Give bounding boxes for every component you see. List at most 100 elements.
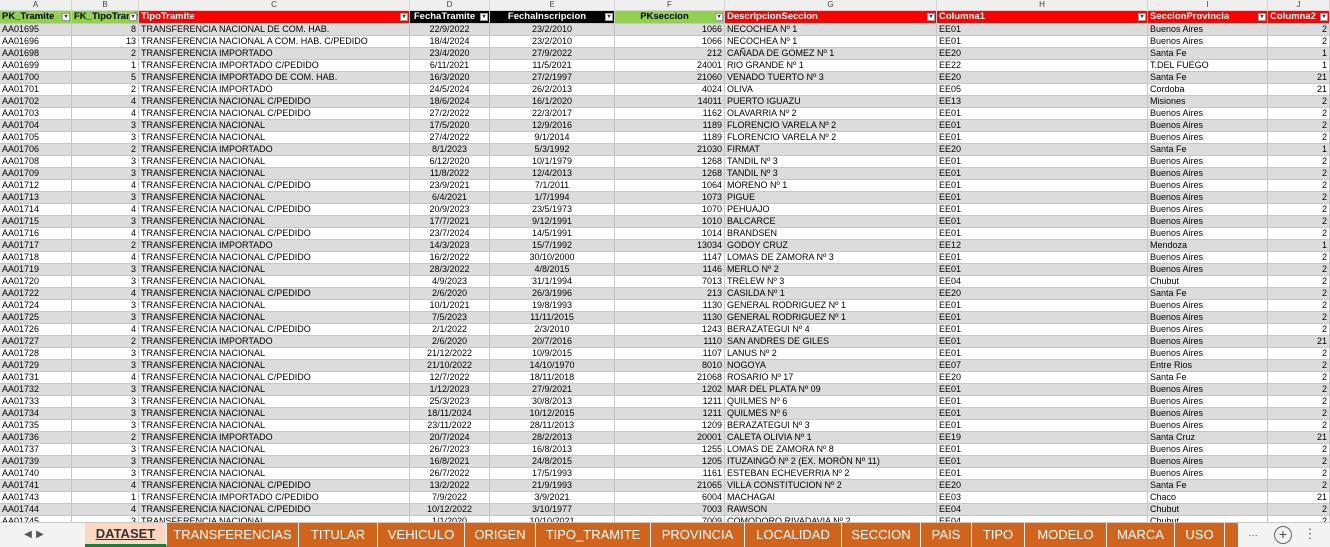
table-cell[interactable]: Buenos Aires — [1148, 420, 1268, 432]
sheet-tab[interactable]: ORIGEN — [465, 523, 536, 547]
table-cell[interactable]: 21 — [1268, 336, 1330, 348]
table-row[interactable]: AA01741 4 TRANSFERENCIA NACIONAL C/PEDIDO 1… — [0, 480, 1330, 492]
table-cell[interactable]: TRANSFERENCIA NACIONAL — [139, 276, 410, 288]
table-cell[interactable]: 4 — [72, 252, 139, 264]
table-cell[interactable]: Santa Fe — [1148, 72, 1268, 84]
table-cell[interactable]: 212 — [615, 48, 725, 60]
table-cell[interactable]: 4 — [72, 288, 139, 300]
table-cell[interactable]: Santa Fe — [1148, 372, 1268, 384]
table-cell[interactable]: 21/9/1993 — [490, 480, 615, 492]
table-cell[interactable]: 3 — [72, 456, 139, 468]
table-cell[interactable]: TRANSFERENCIA NACIONAL C/PEDIDO — [139, 504, 410, 516]
table-cell[interactable]: TRANSFERENCIA NACIONAL — [139, 312, 410, 324]
table-cell[interactable]: OLAVARRIA Nº 2 — [725, 108, 937, 120]
table-cell[interactable]: TRANSFERENCIA NACIONAL C/PEDIDO — [139, 108, 410, 120]
sheet-tab[interactable]: TIPO — [972, 523, 1025, 547]
table-cell[interactable]: AA01696 — [0, 36, 72, 48]
table-cell[interactable]: 10/9/2015 — [490, 348, 615, 360]
table-cell[interactable]: TRANSFERENCIA NACIONAL — [139, 168, 410, 180]
table-cell[interactable]: 4 — [72, 372, 139, 384]
table-cell[interactable]: Buenos Aires — [1148, 252, 1268, 264]
table-cell[interactable]: EE13 — [937, 96, 1148, 108]
table-cell[interactable]: EE04 — [937, 276, 1148, 288]
table-cell[interactable]: 23/7/2024 — [410, 228, 490, 240]
table-cell[interactable]: AA01718 — [0, 252, 72, 264]
table-cell[interactable]: AA01716 — [0, 228, 72, 240]
table-cell[interactable]: 1161 — [615, 468, 725, 480]
table-cell[interactable]: 4 — [72, 324, 139, 336]
table-cell[interactable]: 2 — [1268, 408, 1330, 420]
more-options-icon[interactable]: ⋮ — [1300, 526, 1320, 542]
table-cell[interactable]: 3 — [72, 384, 139, 396]
table-cell[interactable]: 2/1/2022 — [410, 324, 490, 336]
add-sheet-icon[interactable]: + — [1274, 526, 1292, 544]
table-row[interactable]: AA01698 2 TRANSFERENCIA IMPORTADO 23/4/2020… — [0, 48, 1330, 60]
table-cell[interactable]: 1130 — [615, 300, 725, 312]
table-cell[interactable]: AA01727 — [0, 336, 72, 348]
sheet-tab[interactable]: TITULAR — [299, 523, 378, 547]
table-row[interactable]: AA01703 4 TRANSFERENCIA NACIONAL C/PEDIDO 2… — [0, 108, 1330, 120]
more-sheets-icon[interactable]: … — [1243, 526, 1263, 542]
table-cell[interactable]: Santa Cruz — [1148, 432, 1268, 444]
table-cell[interactable]: 9/1/2014 — [490, 132, 615, 144]
table-cell[interactable]: TRANSFERENCIA NACIONAL — [139, 348, 410, 360]
table-cell[interactable]: 4/8/2015 — [490, 264, 615, 276]
table-cell[interactable]: AA01737 — [0, 444, 72, 456]
table-cell[interactable]: 28/3/2022 — [410, 264, 490, 276]
table-cell[interactable]: 1202 — [615, 384, 725, 396]
table-cell[interactable]: 10/12/2015 — [490, 408, 615, 420]
column-letter[interactable]: H — [937, 0, 1148, 11]
sheet-tab[interactable]: LOCALIDAD — [745, 523, 842, 547]
table-row[interactable]: AA01715 3 TRANSFERENCIA NACIONAL 17/7/2021 9… — [0, 216, 1330, 228]
table-cell[interactable]: AA01725 — [0, 312, 72, 324]
table-cell[interactable]: AA01744 — [0, 504, 72, 516]
table-cell[interactable]: Buenos Aires — [1148, 312, 1268, 324]
table-cell[interactable]: 1 — [1268, 144, 1330, 156]
table-cell[interactable]: 16/1/2020 — [490, 96, 615, 108]
table-cell[interactable]: AA01734 — [0, 408, 72, 420]
table-cell[interactable]: 20/7/2016 — [490, 336, 615, 348]
table-cell[interactable]: NECOCHEA Nº 1 — [725, 36, 937, 48]
table-cell[interactable]: AA01704 — [0, 120, 72, 132]
table-cell[interactable]: 2 — [1268, 504, 1330, 516]
table-cell[interactable]: 23/2/2010 — [490, 36, 615, 48]
table-cell[interactable]: TRANSFERENCIA NACIONAL — [139, 156, 410, 168]
table-cell[interactable]: 1 — [72, 492, 139, 504]
table-cell[interactable]: 2 — [1268, 468, 1330, 480]
filter-dropdown-icon[interactable]: ▾ — [605, 13, 613, 21]
table-cell[interactable]: EE20 — [937, 288, 1148, 300]
table-cell[interactable]: AA01740 — [0, 468, 72, 480]
table-cell[interactable]: 10/1/1979 — [490, 156, 615, 168]
table-cell[interactable]: MAR DEL PLATA Nº 09 — [725, 384, 937, 396]
table-cell[interactable]: AA01705 — [0, 132, 72, 144]
table-cell[interactable]: 1211 — [615, 396, 725, 408]
table-row[interactable]: AA01731 4 TRANSFERENCIA NACIONAL C/PEDIDO 1… — [0, 372, 1330, 384]
table-cell[interactable]: 10/12/2022 — [410, 504, 490, 516]
table-cell[interactable]: AA01702 — [0, 96, 72, 108]
table-cell[interactable]: TRANSFERENCIA NACIONAL — [139, 120, 410, 132]
table-row[interactable]: AA01708 3 TRANSFERENCIA NACIONAL 6/12/2020 1… — [0, 156, 1330, 168]
column-letter[interactable]: I — [1148, 0, 1268, 11]
table-cell[interactable]: QUILMES Nº 6 — [725, 408, 937, 420]
table-cell[interactable]: MORENO Nº 1 — [725, 180, 937, 192]
table-cell[interactable]: EE01 — [937, 408, 1148, 420]
table-cell[interactable]: 10/1/2021 — [410, 300, 490, 312]
table-cell[interactable]: TRANSFERENCIA NACIONAL — [139, 192, 410, 204]
table-cell[interactable]: TRANSFERENCIA NACIONAL DE COM. HAB. — [139, 24, 410, 36]
table-cell[interactable]: Buenos Aires — [1148, 336, 1268, 348]
table-cell[interactable]: 1/12/2023 — [410, 384, 490, 396]
table-cell[interactable]: 2 — [1268, 288, 1330, 300]
table-cell[interactable]: 4/9/2023 — [410, 276, 490, 288]
table-cell[interactable]: 13034 — [615, 240, 725, 252]
table-cell[interactable]: 3 — [72, 348, 139, 360]
column-letter[interactable]: B — [72, 0, 139, 11]
table-cell[interactable]: EE01 — [937, 468, 1148, 480]
table-cell[interactable]: EE01 — [937, 36, 1148, 48]
sheet-tab[interactable]: USO — [1175, 523, 1225, 547]
table-cell[interactable]: VENADO TUERTO Nº 3 — [725, 72, 937, 84]
table-cell[interactable]: AA01701 — [0, 84, 72, 96]
table-cell[interactable]: Chubut — [1148, 504, 1268, 516]
filter-dropdown-icon[interactable]: ▾ — [62, 13, 70, 21]
table-row[interactable]: AA01734 3 TRANSFERENCIA NACIONAL 18/11/2024… — [0, 408, 1330, 420]
table-cell[interactable]: 1066 — [615, 24, 725, 36]
